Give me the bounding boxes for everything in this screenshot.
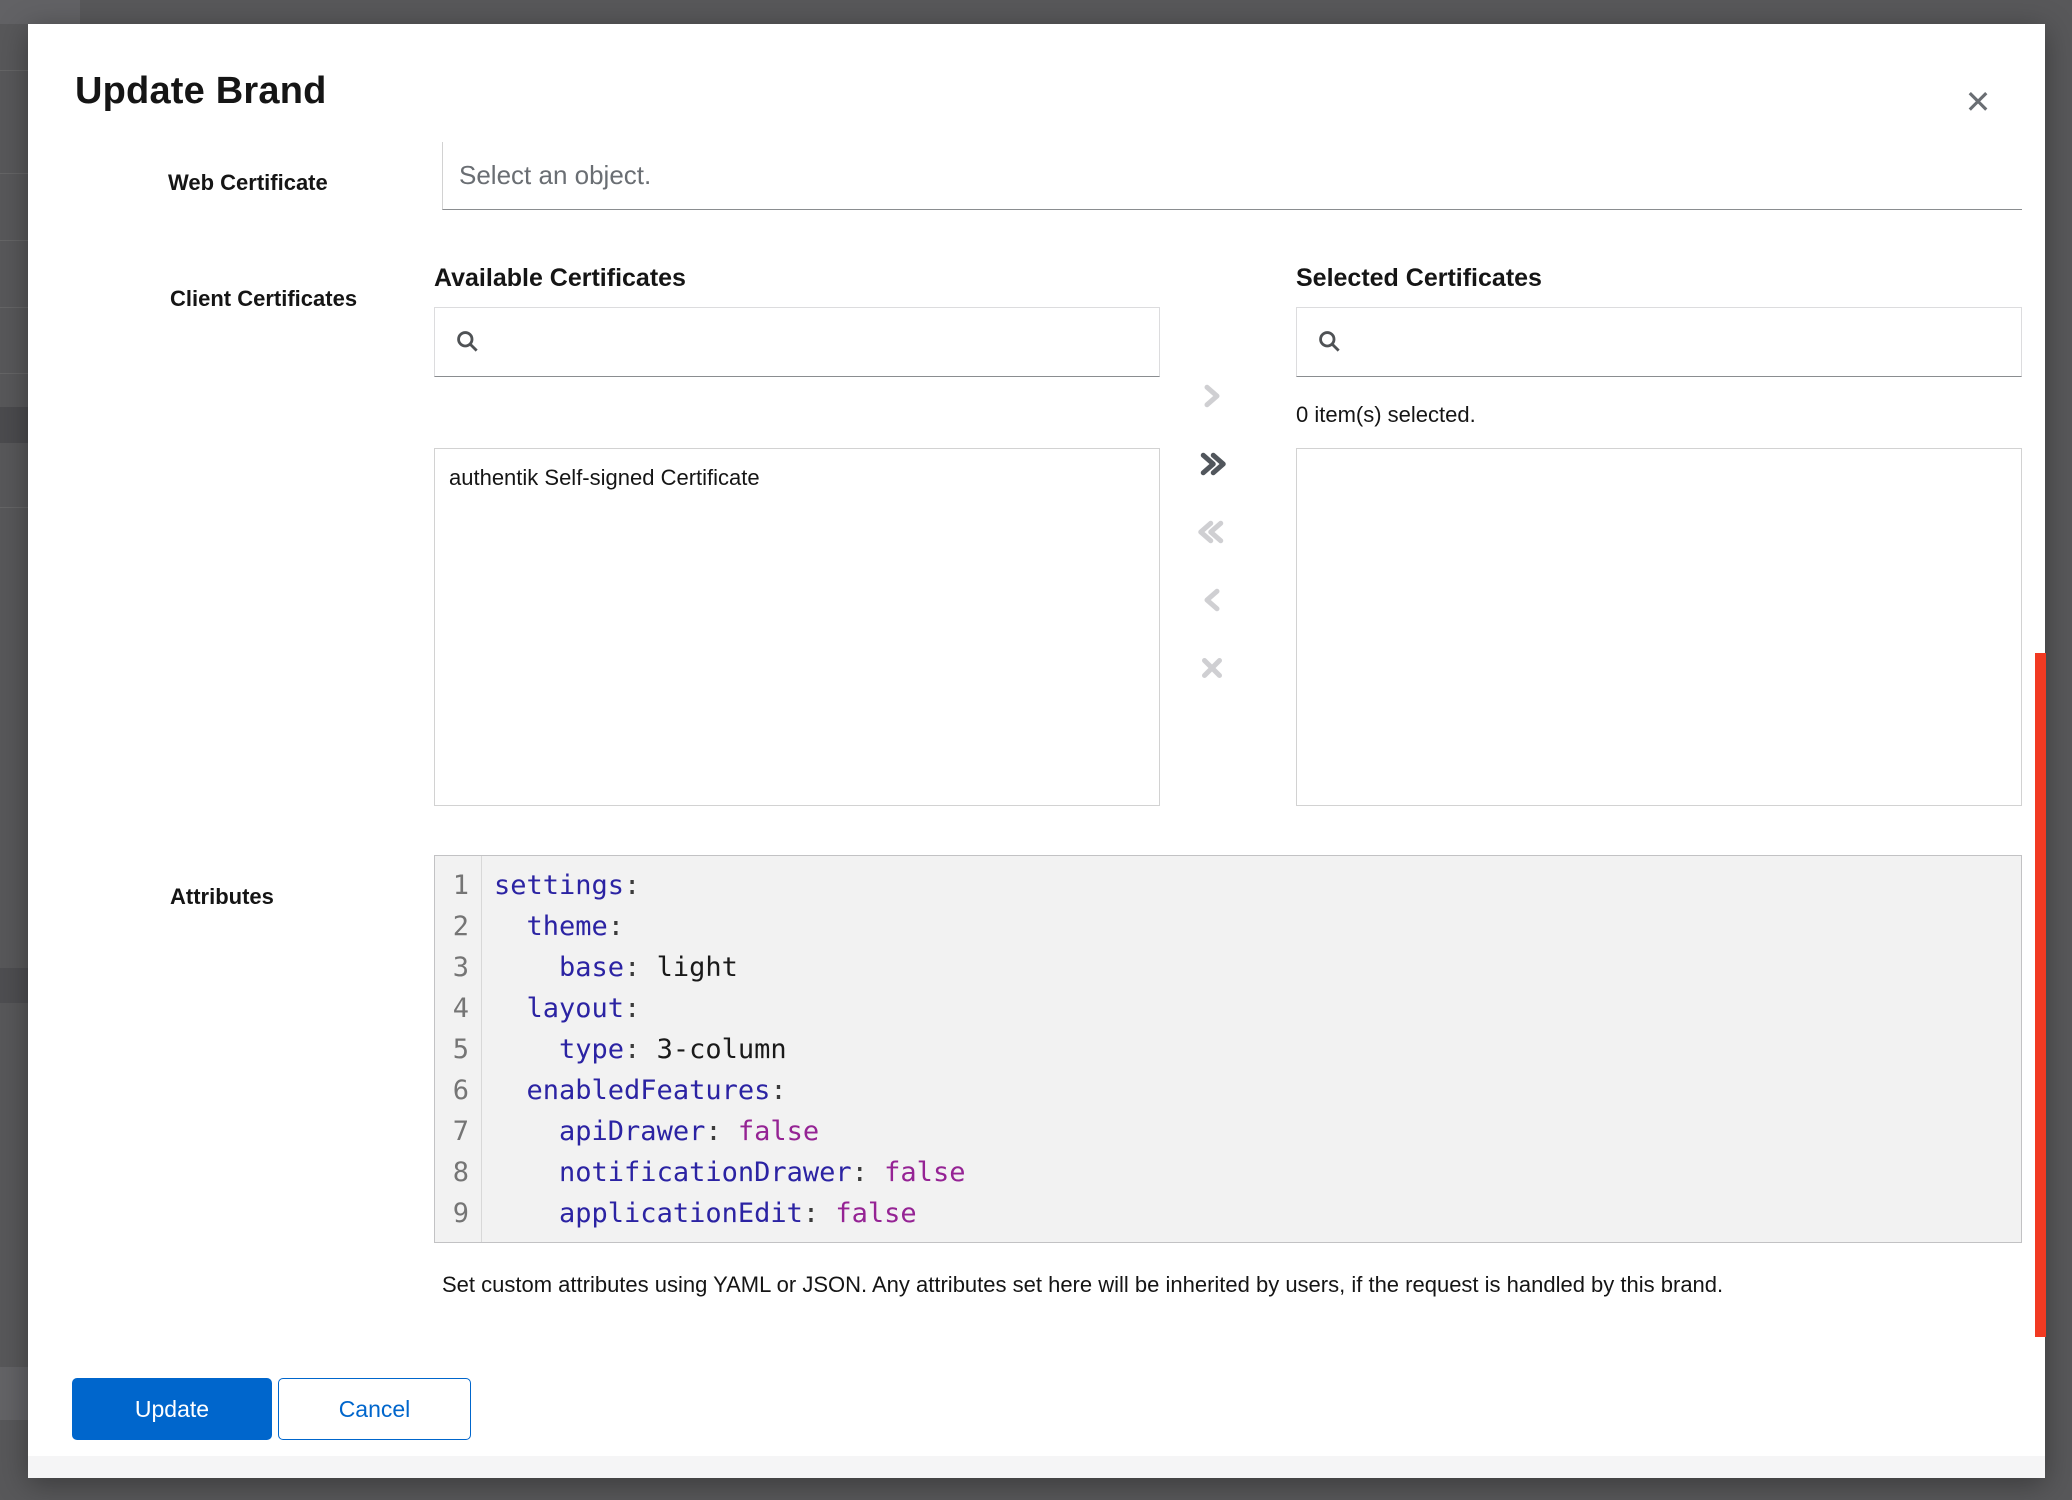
search-icon: [1317, 329, 1343, 355]
code-line-number: 6: [435, 1070, 469, 1111]
code-line: settings:: [494, 865, 2021, 906]
background-sidebar-fragment: [0, 968, 28, 1003]
selected-search-input[interactable]: [1355, 308, 2021, 376]
code-line: base: light: [494, 947, 2021, 988]
page-title: Update Brand: [75, 70, 327, 113]
selected-count-status: 0 item(s) selected.: [1296, 402, 1476, 428]
background-red-edge-bar: [2035, 653, 2046, 1337]
attributes-help-text: Set custom attributes using YAML or JSON…: [442, 1272, 2008, 1298]
code-line-number: 3: [435, 947, 469, 988]
angle-double-right-icon: [1197, 449, 1227, 479]
code-line: notificationDrawer: false: [494, 1152, 2021, 1193]
selected-certificates-list[interactable]: [1296, 448, 2022, 806]
background-sidebar-divider: [0, 507, 28, 508]
code-line-number: 1: [435, 865, 469, 906]
background-sidebar-divider: [0, 307, 28, 308]
available-certificate-item[interactable]: authentik Self-signed Certificate: [435, 449, 1159, 507]
cancel-button[interactable]: Cancel: [278, 1378, 471, 1440]
code-line-number: 4: [435, 988, 469, 1029]
web-certificate-select[interactable]: [442, 142, 2022, 210]
update-brand-modal: Update Brand ✕ Web Certificate Client Ce…: [28, 24, 2045, 1478]
angle-right-icon: [1197, 381, 1227, 411]
background-sidebar-divider: [0, 70, 28, 71]
background-sidebar-divider: [0, 173, 28, 174]
client-certificates-label: Client Certificates: [170, 286, 357, 312]
clear-selected-button[interactable]: [1184, 644, 1240, 692]
code-line-number: 5: [435, 1029, 469, 1070]
code-line-number: 7: [435, 1111, 469, 1152]
add-all-button[interactable]: [1184, 440, 1240, 488]
selected-search-box: [1296, 307, 2022, 377]
selected-certificates-header: Selected Certificates: [1296, 264, 1542, 293]
add-selected-button[interactable]: [1184, 372, 1240, 420]
background-sidebar-divider: [0, 240, 28, 241]
code-line-number: 2: [435, 906, 469, 947]
code-line: layout:: [494, 988, 2021, 1029]
code-line: type: 3-column: [494, 1029, 2021, 1070]
code-line: enabledFeatures:: [494, 1070, 2021, 1111]
available-certificates-list[interactable]: authentik Self-signed Certificate: [434, 448, 1160, 806]
remove-selected-button[interactable]: [1184, 576, 1240, 624]
angle-left-icon: [1197, 585, 1227, 615]
dual-list-controls: [1184, 372, 1240, 692]
code-line: applicationEdit: false: [494, 1193, 2021, 1234]
web-certificate-label: Web Certificate: [168, 170, 328, 196]
attributes-code-editor[interactable]: 123456789 settings: theme: base: light l…: [434, 855, 2022, 1243]
code-line: theme:: [494, 906, 2021, 947]
close-icon[interactable]: ✕: [1950, 76, 2006, 128]
available-certificates-header: Available Certificates: [434, 264, 686, 293]
modal-footer-strip: [28, 1456, 2045, 1478]
update-button[interactable]: Update: [72, 1378, 272, 1440]
background-page-header-fragment: [0, 0, 80, 24]
code-line-number: 9: [435, 1193, 469, 1234]
remove-all-button[interactable]: [1184, 508, 1240, 556]
background-sidebar-fragment: [0, 407, 28, 443]
search-icon: [455, 329, 481, 355]
close-icon: [1197, 653, 1227, 683]
code-line-numbers: 123456789: [435, 856, 482, 1242]
code-line-number: 8: [435, 1152, 469, 1193]
code-content: settings: theme: base: light layout: typ…: [482, 856, 2021, 1242]
available-search-box: [434, 307, 1160, 377]
background-sidebar-fragment: [0, 1367, 28, 1420]
code-line: apiDrawer: false: [494, 1111, 2021, 1152]
angle-double-left-icon: [1197, 517, 1227, 547]
background-sidebar-divider: [0, 373, 28, 374]
available-search-input[interactable]: [493, 308, 1159, 376]
attributes-label: Attributes: [170, 884, 274, 910]
